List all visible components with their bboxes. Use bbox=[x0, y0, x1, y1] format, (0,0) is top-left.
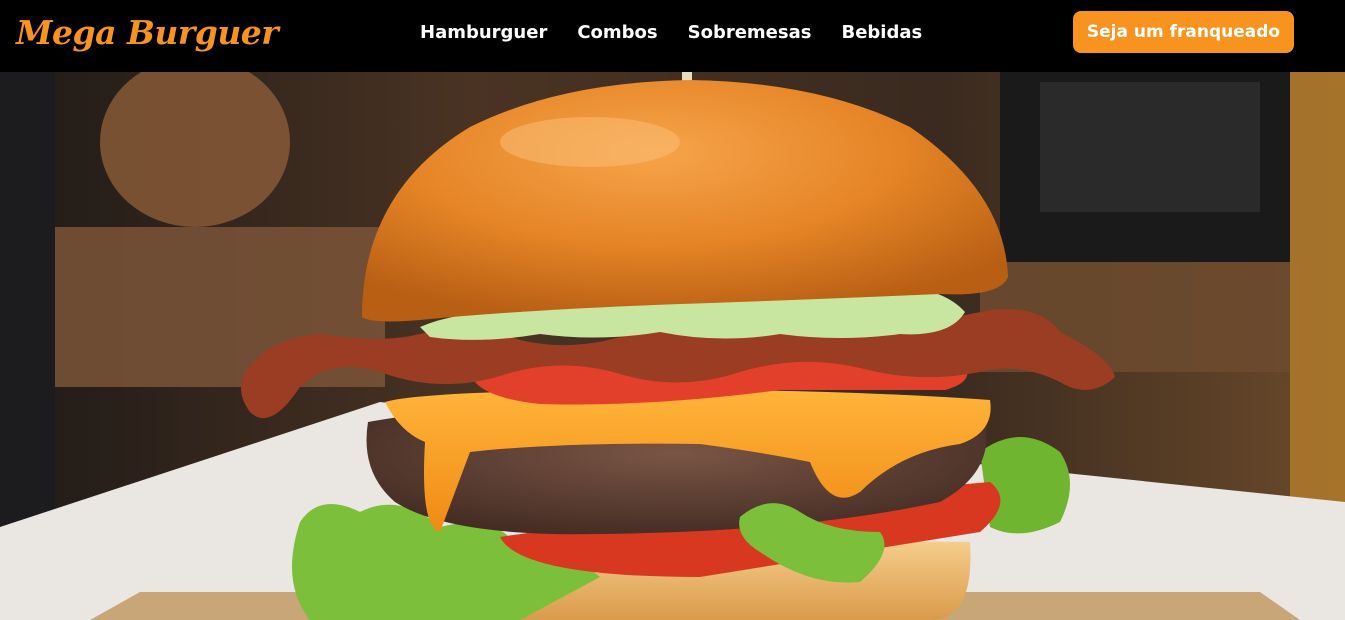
bun-highlight bbox=[500, 117, 680, 167]
hero-burger-image bbox=[0, 72, 1345, 620]
nav-link-bebidas[interactable]: Bebidas bbox=[841, 20, 922, 46]
hero-section bbox=[0, 72, 1345, 620]
nav-link-combos[interactable]: Combos bbox=[577, 20, 657, 46]
navbar: Mega Burguer Hamburguer Combos Sobremesa… bbox=[0, 0, 1345, 72]
nav-link-hamburguer[interactable]: Hamburguer bbox=[420, 20, 547, 46]
franchise-cta-button[interactable]: Seja um franqueado bbox=[1073, 11, 1294, 53]
background-chalkboard-text bbox=[1040, 82, 1260, 212]
main-nav: Hamburguer Combos Sobremesas Bebidas bbox=[420, 20, 922, 46]
nav-link-sobremesas[interactable]: Sobremesas bbox=[688, 20, 812, 46]
site-logo[interactable]: Mega Burguer bbox=[16, 10, 279, 56]
